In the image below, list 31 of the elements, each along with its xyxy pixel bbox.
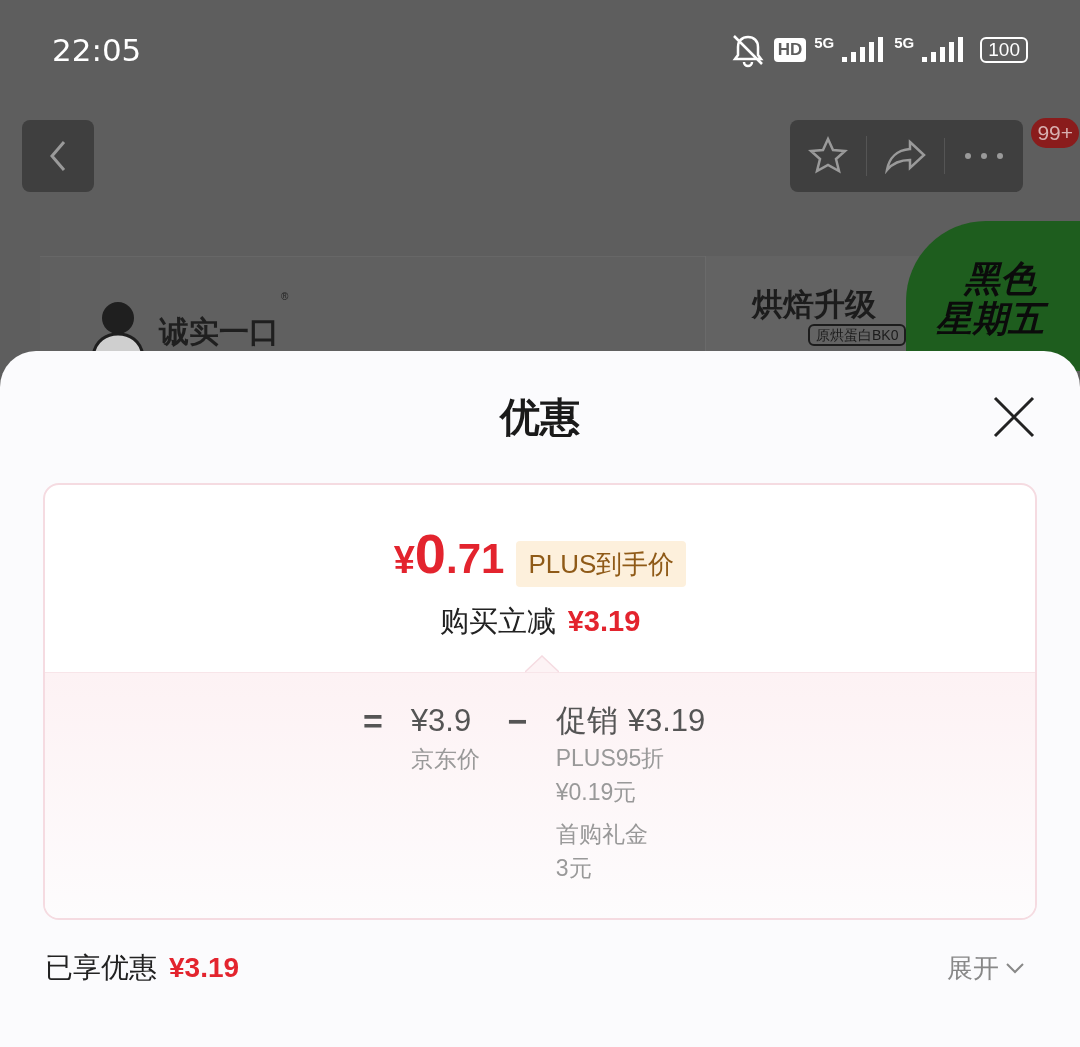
reduction-label: 购买立减 xyxy=(439,604,556,639)
brand-name: 诚实一口 xyxy=(159,314,279,350)
discount-amount: 3元 xyxy=(555,854,593,883)
discount-name: 首购礼金 xyxy=(555,820,649,849)
price-tag: PLUS到手价 xyxy=(516,541,687,587)
status-time: 22:05 xyxy=(52,30,142,70)
discount-name: PLUS95折 xyxy=(555,744,666,773)
saved-label: 已享优惠 xyxy=(45,951,157,985)
network-label: 5G xyxy=(894,33,915,53)
promo-text: 星期五 xyxy=(936,299,1080,339)
saved-amount: ¥3.19 xyxy=(169,951,240,985)
close-icon[interactable] xyxy=(992,395,1036,439)
hd-badge: HD xyxy=(773,38,807,62)
reduction-amount: ¥3.19 xyxy=(567,604,641,639)
minus-sign: − xyxy=(507,701,528,742)
equals-sign: = xyxy=(363,701,383,742)
notification-badge: 99+ xyxy=(1031,118,1079,148)
battery-indicator: 100 xyxy=(980,37,1028,63)
base-price: ¥3.9 xyxy=(410,702,473,740)
promo-label: 促销 xyxy=(555,702,618,740)
promo-amount: ¥3.19 xyxy=(627,702,706,740)
promo-text: 黑色 xyxy=(964,259,1038,299)
final-price: ¥0.71 xyxy=(393,529,505,587)
sheet-title: 优惠 xyxy=(500,394,580,441)
base-price-label: 京东价 xyxy=(410,745,480,774)
network-label: 5G xyxy=(814,33,835,53)
expand-toggle[interactable]: 展开 xyxy=(947,948,1025,988)
back-button[interactable] xyxy=(22,120,94,192)
banner-title: 烘焙升级 xyxy=(752,286,876,324)
registered-mark: ® xyxy=(281,290,289,304)
discount-amount: ¥0.19元 xyxy=(555,778,638,807)
